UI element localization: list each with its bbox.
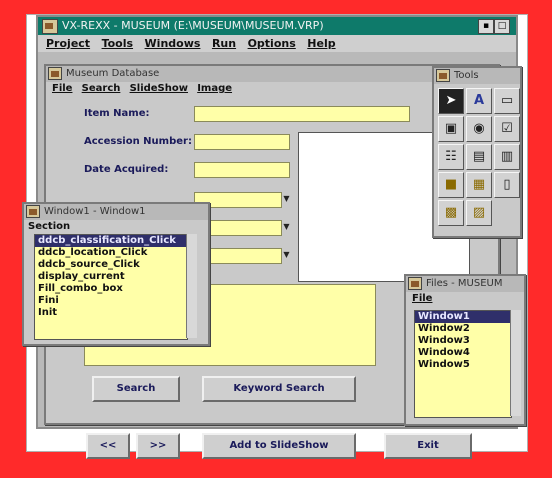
container-tool-icon[interactable]: ▯ xyxy=(494,172,520,198)
files-window-titlebar[interactable]: Files - MUSEUM xyxy=(406,276,524,292)
section-window-titlebar[interactable]: Window1 - Window1 xyxy=(24,204,208,220)
section-list-item[interactable]: Fini xyxy=(35,295,187,307)
files-list-item[interactable]: Window3 xyxy=(415,335,511,347)
menu-help[interactable]: Help xyxy=(307,35,335,52)
section-list-item[interactable]: Init xyxy=(35,307,187,319)
files-window: Files - MUSEUM File Window1 Window2 Wind… xyxy=(404,274,526,426)
item-name-label: Item Name: xyxy=(84,108,150,119)
date-acquired-input[interactable] xyxy=(194,162,290,178)
frame-tool-icon[interactable]: ▭ xyxy=(494,88,520,114)
group-tool-icon[interactable]: ▦ xyxy=(466,172,492,198)
files-list-scrollbar[interactable] xyxy=(510,310,521,416)
exit-button[interactable]: Exit xyxy=(384,433,472,459)
entry-tool-icon[interactable]: ▨ xyxy=(466,200,492,226)
files-window-menubar: File xyxy=(406,292,524,306)
section-list[interactable]: ddcb_classification_Click ddcb_location_… xyxy=(34,234,188,340)
checkbox-tool-icon[interactable]: ☑ xyxy=(494,116,520,142)
add-to-slideshow-button[interactable]: Add to SlideShow xyxy=(202,433,356,459)
combobox-tool-icon[interactable]: ▤ xyxy=(466,144,492,170)
museum-menu-image[interactable]: Image xyxy=(197,82,232,96)
picture-tool-icon[interactable]: ▣ xyxy=(438,116,464,142)
label-tool-icon[interactable]: ▩ xyxy=(438,200,464,226)
section-header: Section xyxy=(28,221,71,232)
museum-window-menubar: File Search SlideShow Image xyxy=(46,82,498,96)
section-list-scrollbar[interactable] xyxy=(186,234,197,338)
source-dropdown-icon[interactable]: ▼ xyxy=(282,248,291,262)
section-list-item[interactable]: ddcb_source_Click xyxy=(35,259,187,271)
files-list-item[interactable]: Window4 xyxy=(415,347,511,359)
section-window: Window1 - Window1 Section ddcb_classific… xyxy=(22,202,210,346)
tools-window-titlebar[interactable]: Tools xyxy=(434,68,520,84)
previous-record-button[interactable]: << xyxy=(86,433,130,459)
files-window-icon[interactable] xyxy=(408,277,422,290)
app-title: VX-REXX - MUSEUM (E:\MUSEUM\MUSEUM.VRP) xyxy=(62,19,324,32)
listbox-tool-icon[interactable]: ☷ xyxy=(438,144,464,170)
museum-window-title: Museum Database xyxy=(66,68,160,79)
menu-run[interactable]: Run xyxy=(212,35,236,52)
accession-number-input[interactable] xyxy=(194,134,290,150)
date-acquired-label: Date Acquired: xyxy=(84,164,169,175)
tools-window-title: Tools xyxy=(454,70,479,81)
keyword-search-button[interactable]: Keyword Search xyxy=(202,376,356,402)
menu-tools[interactable]: Tools xyxy=(102,35,133,52)
item-name-input[interactable] xyxy=(194,106,410,122)
section-window-icon[interactable] xyxy=(26,205,40,218)
museum-window-icon[interactable] xyxy=(48,67,62,80)
museum-menu-slideshow[interactable]: SlideShow xyxy=(130,82,188,96)
accession-number-label: Accession Number: xyxy=(84,136,192,147)
app-window: VX-REXX - MUSEUM (E:\MUSEUM\MUSEUM.VRP) … xyxy=(22,15,526,459)
files-menu-file[interactable]: File xyxy=(412,292,432,306)
museum-menu-search[interactable]: Search xyxy=(82,82,121,96)
search-button[interactable]: Search xyxy=(92,376,180,402)
section-list-item[interactable]: ddcb_classification_Click xyxy=(35,235,187,247)
app-system-menu-icon[interactable] xyxy=(42,19,58,34)
tools-window: Tools ➤ A ▭ ▣ ◉ ☑ ☷ ▤ ▥ ■ ▦ ▯ ▩ ▨ xyxy=(432,66,522,238)
files-window-title: Files - MUSEUM xyxy=(426,278,503,289)
tools-window-icon[interactable] xyxy=(436,69,450,82)
text-tool-icon[interactable]: A xyxy=(466,88,492,114)
files-list-item[interactable]: Window5 xyxy=(415,359,511,371)
section-window-title: Window1 - Window1 xyxy=(44,206,146,217)
section-list-item[interactable]: ddcb_location_Click xyxy=(35,247,187,259)
files-list-item[interactable]: Window1 xyxy=(415,311,511,323)
museum-menu-file[interactable]: File xyxy=(52,82,72,96)
screen: VX-REXX - MUSEUM (E:\MUSEUM\MUSEUM.VRP) … xyxy=(0,0,552,478)
museum-window-titlebar[interactable]: Museum Database xyxy=(46,66,498,82)
maximize-icon[interactable]: □ xyxy=(494,19,510,34)
files-list-item[interactable]: Window2 xyxy=(415,323,511,335)
app-menubar: Project Tools Windows Run Options Help xyxy=(38,35,516,52)
minimize-icon[interactable]: ▪ xyxy=(478,19,494,34)
menu-project[interactable]: Project xyxy=(46,35,90,52)
section-list-item[interactable]: display_current xyxy=(35,271,187,283)
menu-options[interactable]: Options xyxy=(248,35,296,52)
files-list[interactable]: Window1 Window2 Window3 Window4 Window5 xyxy=(414,310,512,418)
slider-tool-icon[interactable]: ▥ xyxy=(494,144,520,170)
section-list-item[interactable]: Fill_combo_box xyxy=(35,283,187,295)
radio-tool-icon[interactable]: ◉ xyxy=(466,116,492,142)
image-tool-icon[interactable]: ■ xyxy=(438,172,464,198)
location-dropdown-icon[interactable]: ▼ xyxy=(282,220,291,234)
app-titlebar[interactable]: VX-REXX - MUSEUM (E:\MUSEUM\MUSEUM.VRP) … xyxy=(38,17,516,35)
pointer-tool-icon[interactable]: ➤ xyxy=(438,88,464,114)
menu-windows[interactable]: Windows xyxy=(145,35,201,52)
classification-dropdown-icon[interactable]: ▼ xyxy=(282,192,291,206)
next-record-button[interactable]: >> xyxy=(136,433,180,459)
workspace: Museum Database File Search SlideShow Im… xyxy=(22,52,526,459)
